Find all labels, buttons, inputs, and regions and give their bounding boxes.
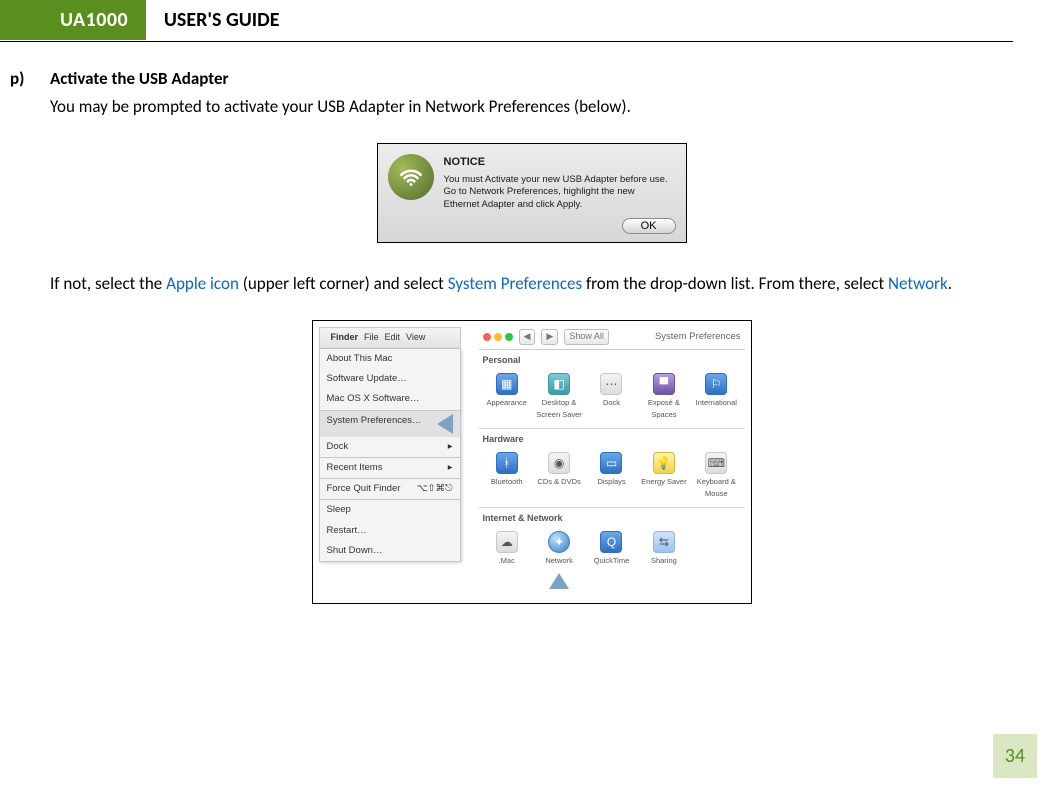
ok-button[interactable]: OK: [622, 218, 676, 234]
section-hardware: Hardware: [479, 429, 745, 449]
menu-item-sleep[interactable]: Sleep: [320, 500, 460, 520]
appearance-icon: ▦: [496, 373, 518, 395]
sharing-icon: ⇆: [653, 531, 675, 553]
notice-body: You must Activate your new USB Adapter b…: [444, 174, 668, 212]
section-title: Activate the USB Adapter: [50, 66, 1013, 92]
notice-dialog: NOTICE You must Activate your new USB Ad…: [377, 143, 687, 243]
menu-item-shutdown[interactable]: Shut Down…: [320, 541, 460, 561]
pref-international[interactable]: ⚐International: [690, 371, 742, 422]
quicktime-icon: Q: [600, 531, 622, 553]
notice-line: Ethernet Adapter and click Apply.: [444, 199, 583, 210]
network-icon: ✦: [548, 531, 570, 553]
pref-expose[interactable]: ▀Exposé & Spaces: [638, 371, 690, 422]
menu-item-dock[interactable]: Dock▸: [320, 437, 460, 457]
menu-item-restart[interactable]: Restart…: [320, 521, 460, 541]
zoom-icon[interactable]: [505, 333, 513, 341]
menubar-finder[interactable]: Finder: [331, 331, 359, 345]
page-header: UA1000 USER'S GUIDE: [0, 0, 1013, 42]
nav-forward-button[interactable]: ▶: [541, 329, 558, 345]
doc-title: USER'S GUIDE: [150, 0, 294, 40]
show-all-button[interactable]: Show All: [564, 329, 609, 345]
pref-bluetooth[interactable]: ᚼBluetooth: [481, 450, 533, 501]
energy-icon: 💡: [653, 452, 675, 474]
displays-icon: ▭: [600, 452, 622, 474]
pref-appearance[interactable]: ▦Appearance: [481, 371, 533, 422]
intro-text: You may be prompted to activate your USB…: [50, 94, 1013, 120]
notice-line: Go to Network Preferences, highlight the…: [444, 186, 635, 197]
pref-dock[interactable]: ⋯Dock: [585, 371, 637, 422]
arrow-left-icon: [437, 414, 453, 434]
keyboard-icon: ⌨: [705, 452, 727, 474]
apple-icon-link: Apple icon: [166, 273, 239, 294]
pref-desktop[interactable]: ◧Desktop & Screen Saver: [533, 371, 585, 422]
product-badge: UA1000: [0, 0, 146, 40]
pref-sharing[interactable]: ⇆Sharing: [638, 529, 690, 590]
apple-dropdown: About This Mac Software Update… Mac OS X…: [319, 349, 461, 562]
apple-menu: Finder File Edit View About This Mac Sof…: [319, 327, 461, 596]
desktop-icon: ◧: [548, 373, 570, 395]
menu-item-force-quit[interactable]: Force Quit Finder⌥⇧⌘⎋: [320, 479, 460, 499]
system-preferences-window: ◀ ▶ Show All System Preferences Personal…: [479, 327, 745, 596]
menu-item-macosx-software[interactable]: Mac OS X Software…: [320, 389, 460, 409]
menu-item-software-update[interactable]: Software Update…: [320, 369, 460, 389]
pref-displays[interactable]: ▭Displays: [585, 450, 637, 501]
dock-icon: ⋯: [600, 373, 622, 395]
menubar-view[interactable]: View: [406, 331, 425, 345]
page-number: 34: [993, 734, 1037, 778]
section-internet: Internet & Network: [479, 508, 745, 528]
international-icon: ⚐: [705, 373, 727, 395]
pref-network[interactable]: ✦ Network: [533, 529, 585, 590]
pref-energy[interactable]: 💡Energy Saver: [638, 450, 690, 501]
minimize-icon[interactable]: [494, 333, 502, 341]
section-personal: Personal: [479, 350, 745, 370]
expose-icon: ▀: [653, 373, 675, 395]
disc-icon: ◉: [548, 452, 570, 474]
list-marker: p): [10, 66, 36, 632]
menubar-edit[interactable]: Edit: [385, 331, 401, 345]
menu-item-recent-items[interactable]: Recent Items▸: [320, 458, 460, 478]
system-preferences-link: System Preferences: [448, 273, 582, 294]
pref-keyboard[interactable]: ⌨Keyboard & Mouse: [690, 450, 742, 501]
notice-title: NOTICE: [444, 154, 668, 171]
sysprefs-toolbar: ◀ ▶ Show All System Preferences: [479, 327, 745, 350]
menubar-file[interactable]: File: [364, 331, 379, 345]
traffic-lights[interactable]: [483, 333, 513, 341]
window-title: System Preferences: [655, 330, 741, 344]
menu-item-about[interactable]: About This Mac: [320, 349, 460, 369]
menu-item-system-preferences[interactable]: System Preferences…: [320, 411, 460, 437]
pref-quicktime[interactable]: QQuickTime: [585, 529, 637, 590]
arrow-up-icon: [549, 573, 569, 589]
sysprefs-figure: Finder File Edit View About This Mac Sof…: [312, 320, 752, 603]
instruction-text: If not, select the Apple icon (upper lef…: [50, 271, 1013, 297]
nav-back-button[interactable]: ◀: [519, 329, 536, 345]
dotmac-icon: ☁: [496, 531, 518, 553]
network-link: Network: [888, 273, 948, 294]
close-icon[interactable]: [483, 333, 491, 341]
bluetooth-icon: ᚼ: [496, 452, 518, 474]
menu-bar: Finder File Edit View: [319, 327, 461, 349]
notice-line: You must Activate your new USB Adapter b…: [444, 174, 668, 185]
wifi-icon: [388, 154, 434, 200]
pref-cds-dvds[interactable]: ◉CDs & DVDs: [533, 450, 585, 501]
pref-dotmac[interactable]: ☁.Mac: [481, 529, 533, 590]
